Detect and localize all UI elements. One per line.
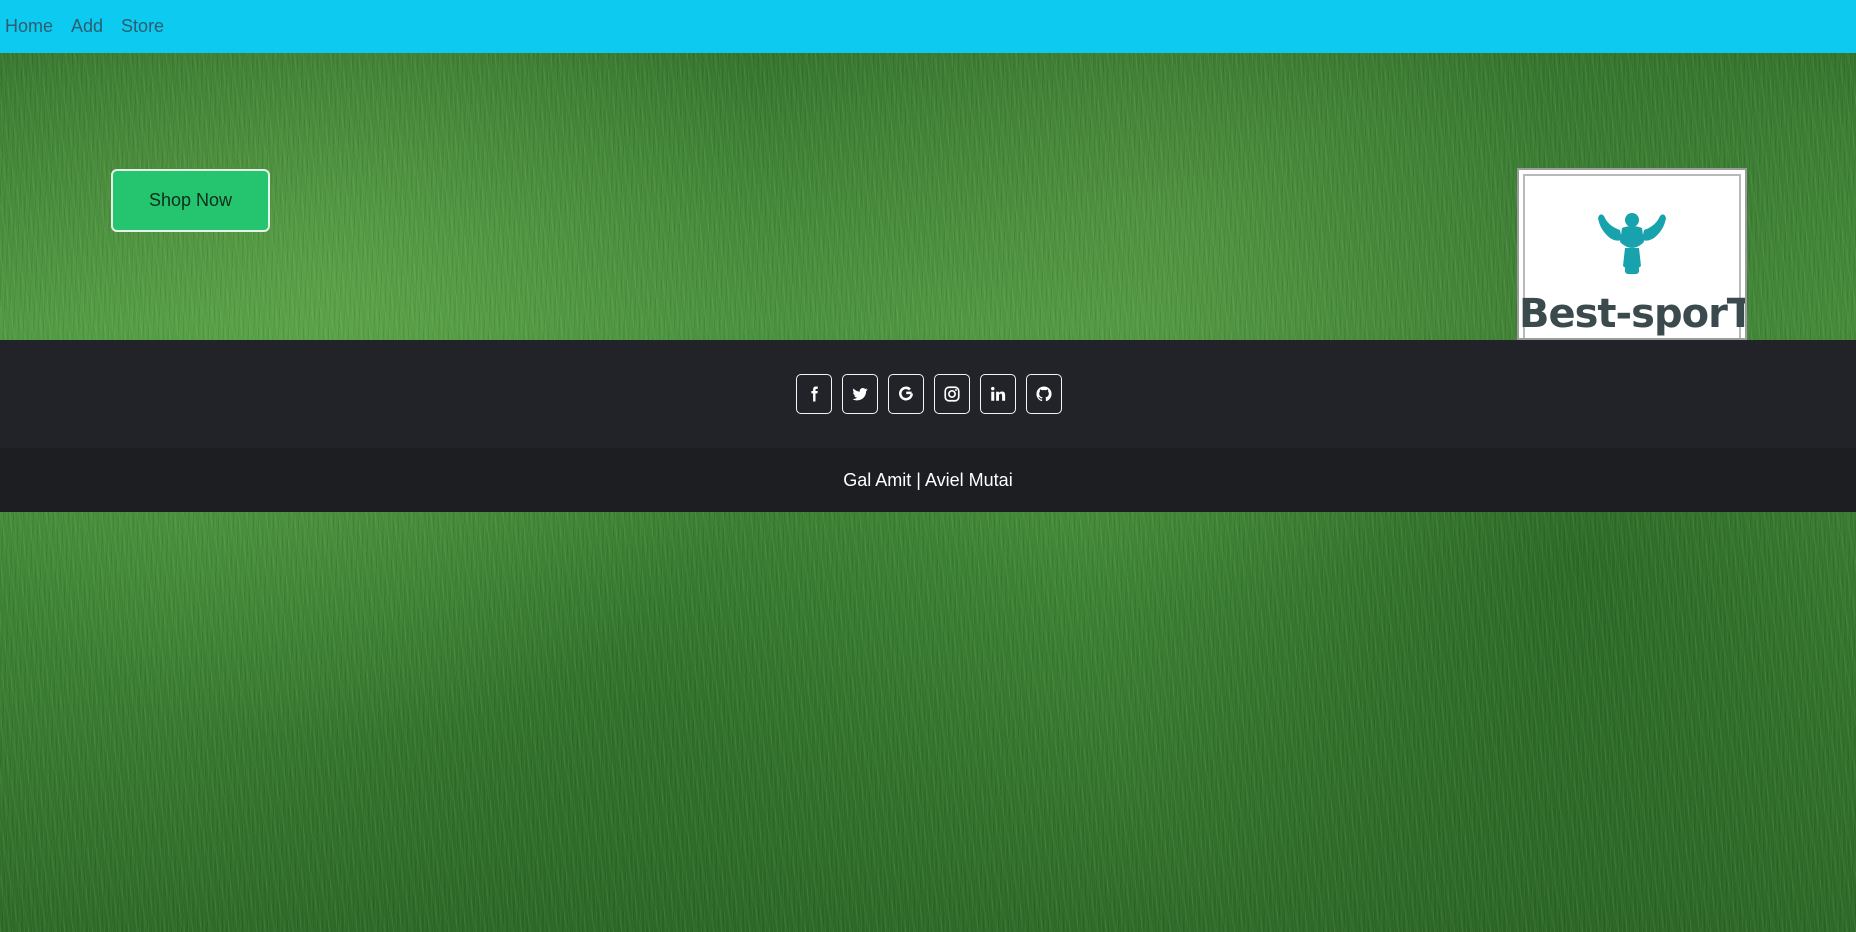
linkedin-button[interactable]	[979, 374, 1016, 414]
nav-add-link[interactable]: Add	[71, 16, 103, 37]
instagram-button[interactable]	[933, 374, 970, 414]
github-icon	[1035, 386, 1052, 402]
twitter-icon	[851, 387, 868, 401]
facebook-icon	[810, 386, 818, 402]
linkedin-icon	[990, 386, 1005, 401]
credits-text: Gal Amit | Aviel Mutai	[843, 469, 1013, 490]
brand-logo-text: Best-sporT	[1519, 291, 1747, 337]
google-icon	[898, 386, 913, 401]
credits-bar: Gal Amit | Aviel Mutai	[0, 448, 1856, 512]
instagram-icon	[943, 386, 960, 402]
twitter-button[interactable]	[841, 374, 878, 414]
shop-now-button[interactable]: Shop Now	[111, 169, 270, 232]
nav-home-link[interactable]: Home	[5, 16, 53, 37]
facebook-button[interactable]	[795, 374, 832, 414]
brand-logo: Best-sporT	[1517, 168, 1747, 340]
top-navbar: Home Add Store	[0, 0, 1856, 53]
google-button[interactable]	[887, 374, 924, 414]
nav-store-link[interactable]: Store	[121, 16, 164, 37]
social-links-bar	[0, 340, 1856, 448]
github-button[interactable]	[1025, 374, 1062, 414]
bodybuilder-icon	[1598, 213, 1666, 274]
